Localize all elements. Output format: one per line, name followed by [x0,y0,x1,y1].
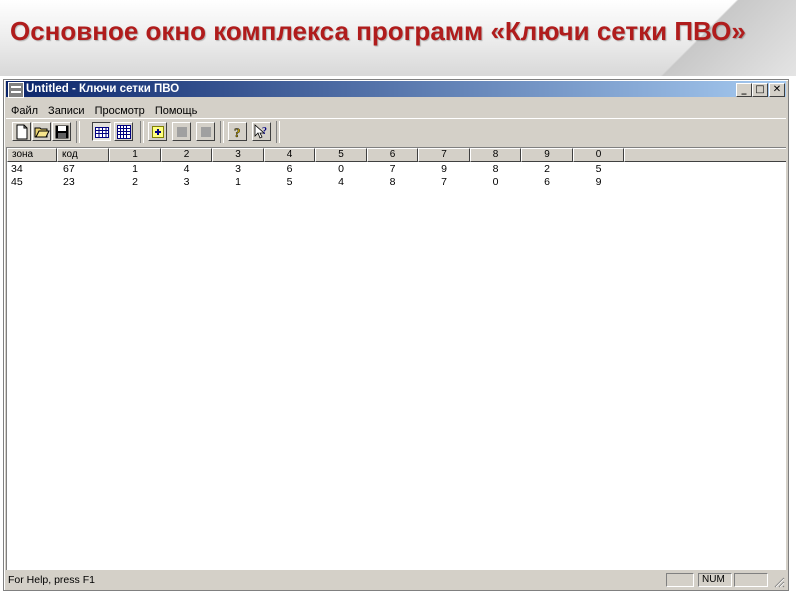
table-cell: 5 [595,163,602,175]
table-cell: 1 [235,176,241,188]
table-cell: 1 [132,163,138,175]
open-folder-icon[interactable] [32,122,51,141]
column-header[interactable]: 3 [212,148,264,162]
table-cell: 34 [11,163,23,175]
table-cell: 9 [441,163,447,175]
app-window: Untitled - Ключи сетки ПВО _ □ ✕ Файл Зап… [3,79,789,591]
maximize-button[interactable]: □ [752,83,768,97]
column-header[interactable]: 1 [109,148,161,162]
window-titlebar[interactable]: Untitled - Ключи сетки ПВО _ □ ✕ [6,81,786,98]
column-header[interactable]: 8 [470,148,521,162]
column-header[interactable]: 5 [315,148,367,162]
help-icon[interactable]: ? [228,122,247,141]
table-cell: 2 [132,176,138,188]
disabled-button-icon[interactable] [172,122,191,141]
table-cell: 5 [286,176,293,188]
status-help-text: For Help, press F1 [8,574,95,586]
resize-grip-icon[interactable] [773,576,785,588]
records-list[interactable]: зона код 1 2 3 4 5 6 7 8 9 0 34 67 1 4 3… [6,147,786,570]
table-cell: 45 [11,176,23,188]
column-header[interactable]: 6 [367,148,418,162]
column-header[interactable]: зона [7,148,57,162]
table-cell: 4 [338,176,344,188]
column-header[interactable]: 9 [521,148,573,162]
table-cell: 3 [235,163,241,175]
table-cell: 3 [183,176,190,188]
column-header[interactable]: 0 [573,148,624,162]
table-view-icon[interactable] [92,122,111,141]
svg-text:?: ? [262,126,267,137]
table-cell: 6 [544,176,550,188]
slide-header: Основное окно комплекса программ «Ключи … [0,0,796,76]
context-help-icon[interactable]: ? [252,122,271,141]
table-row[interactable]: 45 23 2 3 1 5 4 8 7 0 6 9 [7,176,786,189]
table-cell: 67 [63,163,75,175]
table-cell: 9 [595,176,602,188]
status-bar: For Help, press F1 NUM [6,571,786,589]
table-cell: 2 [544,163,550,175]
table-cell: 23 [63,176,75,188]
table-cell: 6 [286,163,293,175]
toolbar-separator [276,121,280,143]
app-icon[interactable] [8,82,24,98]
table-cell: 7 [441,176,447,188]
column-header[interactable]: 2 [161,148,212,162]
disabled-button-icon[interactable] [196,122,215,141]
new-document-icon[interactable] [12,122,31,141]
close-button[interactable]: ✕ [769,83,785,97]
save-disk-icon[interactable] [52,122,71,141]
menu-bar: Файл Записи Просмотр Помощь [6,99,786,117]
toolbar: ? ? [6,118,786,148]
add-record-icon[interactable] [148,122,167,141]
toolbar-separator [76,121,80,143]
table-cell: 0 [338,163,344,175]
column-header[interactable]: 4 [264,148,315,162]
table-row[interactable]: 34 67 1 4 3 6 0 7 9 8 2 5 [7,163,786,176]
table-cell: 0 [492,176,499,188]
num-lock-indicator: NUM [698,573,732,587]
table-cell: 8 [492,163,499,175]
svg-text:?: ? [234,125,241,140]
grid-view-icon[interactable] [114,122,133,141]
status-pane-empty [734,573,768,587]
toolbar-separator [220,121,224,143]
status-pane-empty [666,573,694,587]
table-cell: 4 [183,163,190,175]
table-cell: 7 [389,163,396,175]
column-header[interactable]: 7 [418,148,470,162]
table-cell: 8 [389,176,396,188]
slide-title: Основное окно комплекса программ «Ключи … [10,16,746,46]
list-header: зона код 1 2 3 4 5 6 7 8 9 0 [7,148,786,162]
minimize-button[interactable]: _ [736,83,752,97]
column-header-filler [624,148,786,162]
toolbar-separator [140,121,144,143]
window-title: Untitled - Ключи сетки ПВО [26,83,180,95]
column-header[interactable]: код [57,148,109,162]
